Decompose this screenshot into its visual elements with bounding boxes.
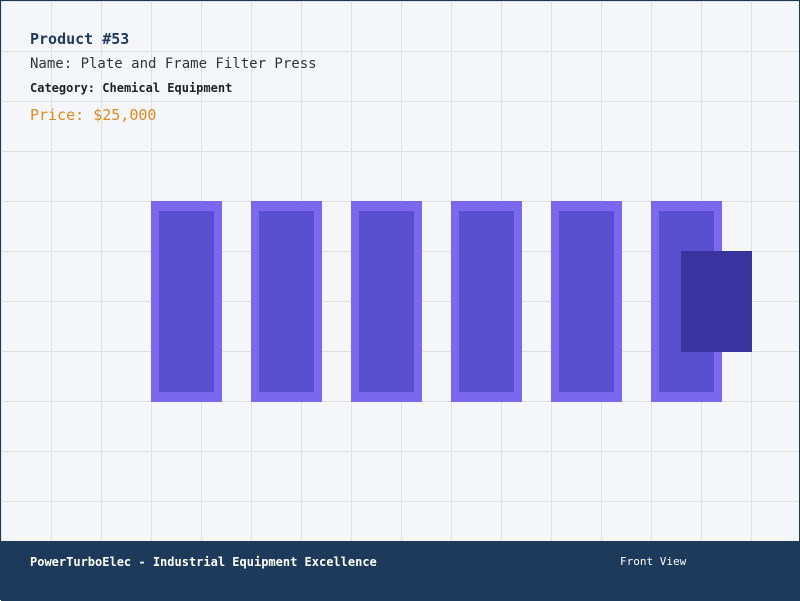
filter-plate: [351, 201, 422, 402]
page: Product #53 Name: Plate and Frame Filter…: [0, 0, 800, 601]
filter-plate-inner: [359, 211, 414, 392]
filter-plate-inner: [259, 211, 314, 392]
filter-plate-inner: [459, 211, 514, 392]
filter-plate: [151, 201, 222, 402]
filter-plate-inner: [159, 211, 214, 392]
filter-plate: [451, 201, 522, 402]
filter-plate: [251, 201, 322, 402]
end-frame-block: [681, 251, 752, 352]
filter-plate-inner: [559, 211, 614, 392]
footer: PowerTurboElec - Industrial Equipment Ex…: [1, 541, 800, 601]
filter-plate: [551, 201, 622, 402]
filter-press-illustration: [1, 1, 800, 541]
footer-view-label: Front View: [620, 555, 687, 568]
footer-brand: PowerTurboElec - Industrial Equipment Ex…: [30, 555, 377, 569]
